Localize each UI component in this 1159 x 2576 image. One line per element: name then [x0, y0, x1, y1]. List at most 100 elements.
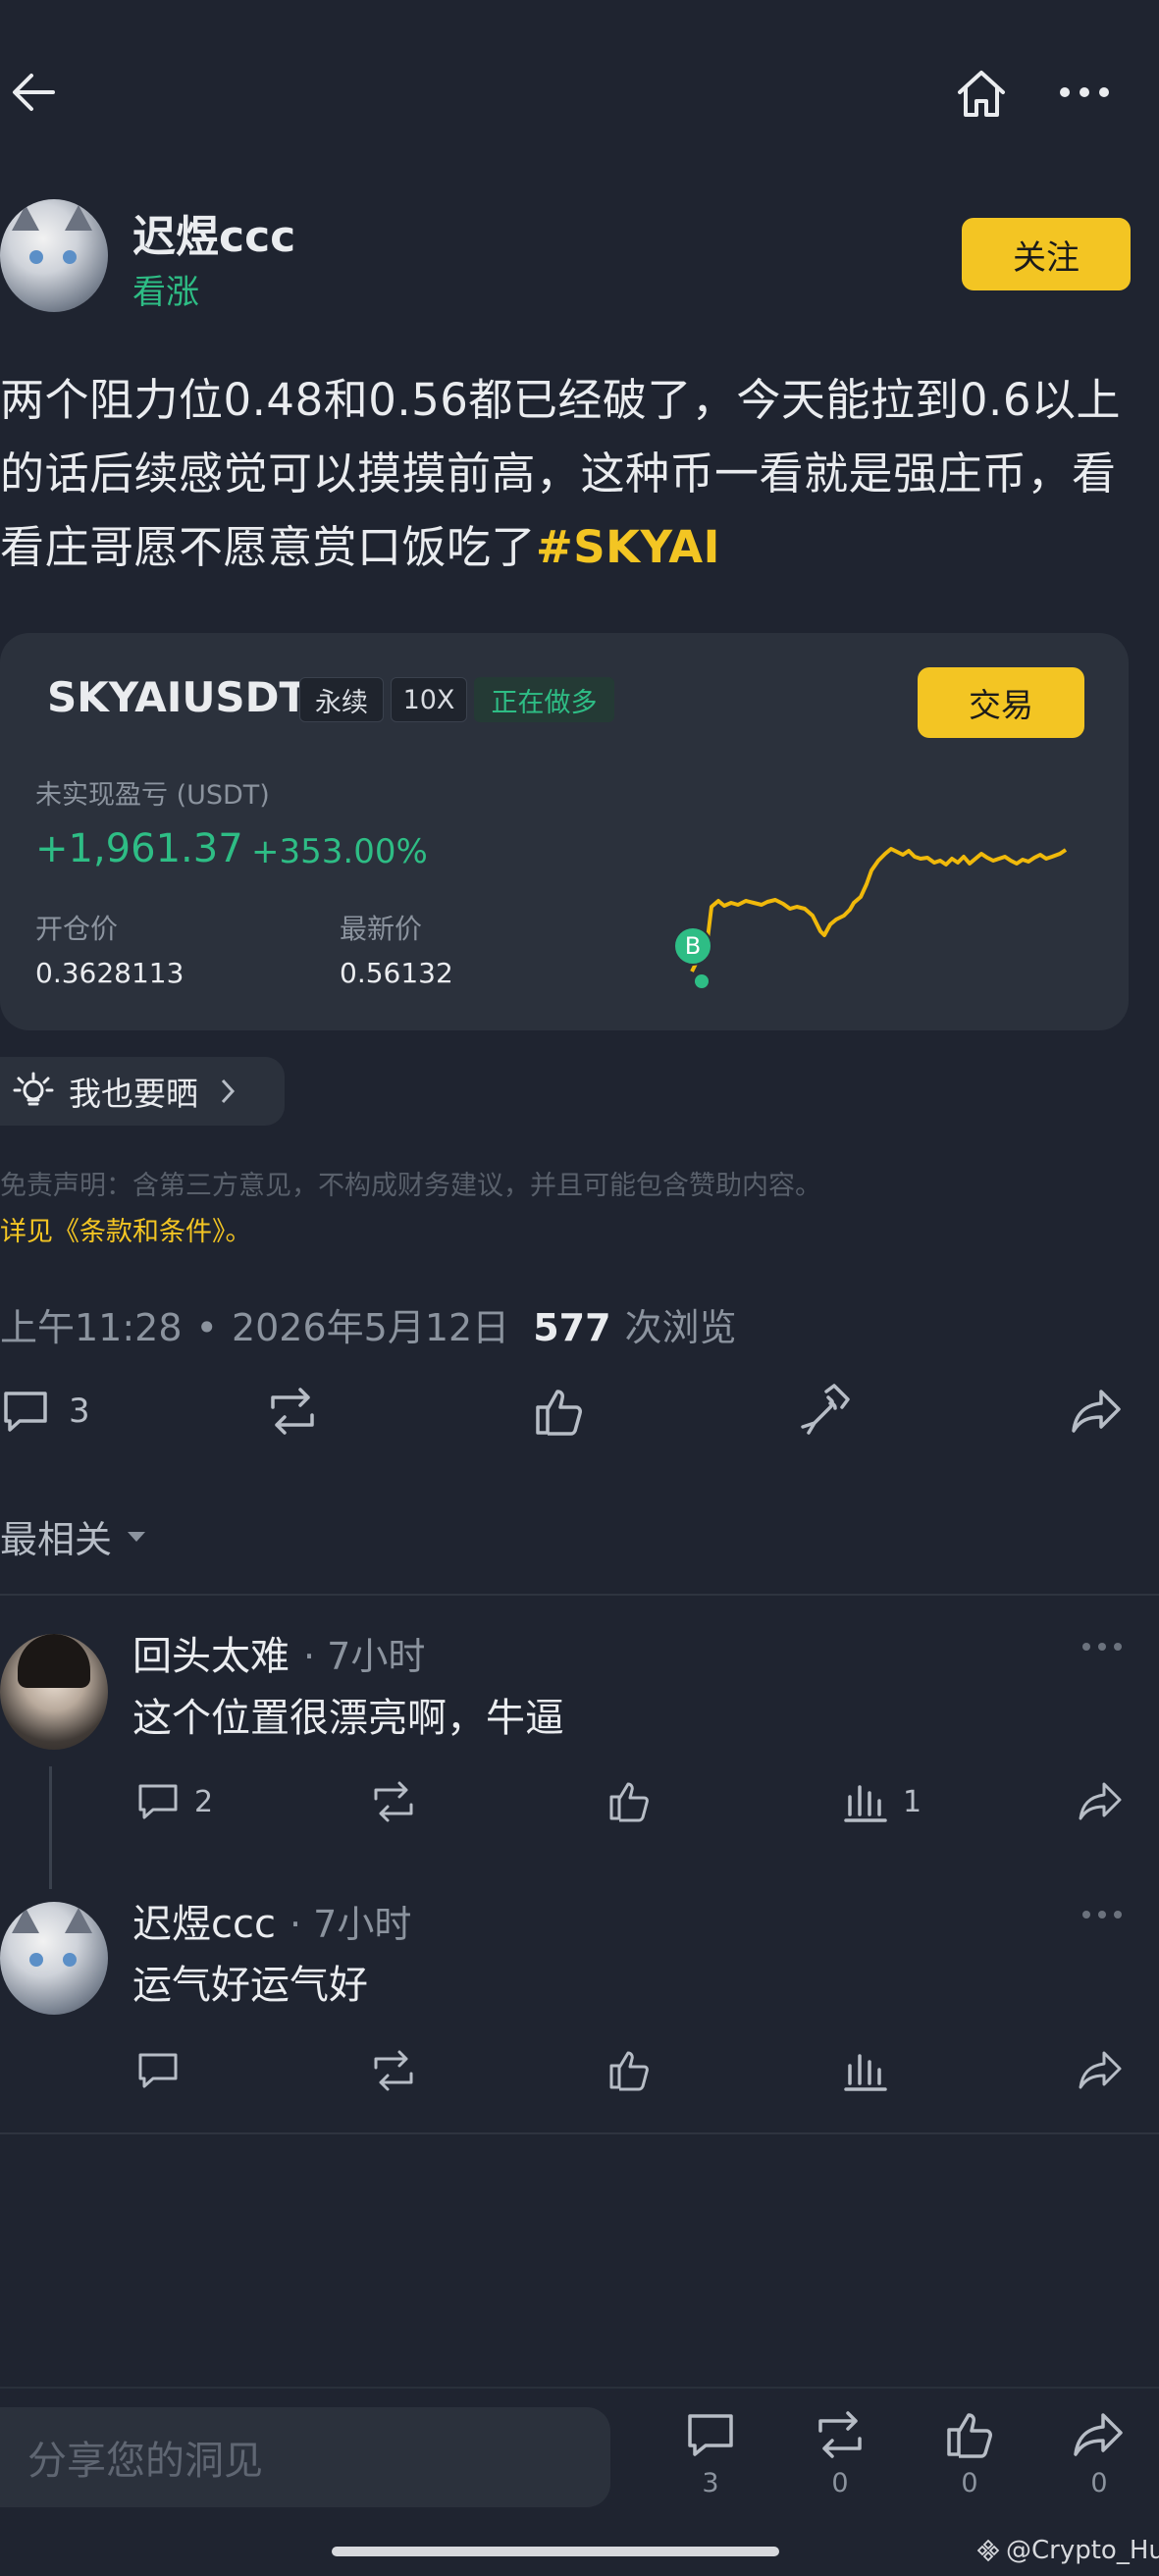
watermark-text: @Crypto_Hu	[1006, 2536, 1159, 2565]
share-icon	[1070, 1386, 1125, 1437]
position-side-badge: 正在做多	[474, 677, 614, 722]
repost-icon	[796, 2409, 884, 2460]
comment-header: 回头太难 · 7小时	[132, 1624, 425, 1681]
hashtag-link[interactable]: #SKYAI	[536, 521, 720, 573]
repost-button[interactable]	[263, 1386, 322, 1437]
buy-marker: B	[673, 926, 712, 966]
bottom-repost-button[interactable]: 0	[796, 2409, 884, 2498]
commenter-name[interactable]: 回头太难	[132, 1624, 290, 1681]
bottom-like-count: 0	[961, 2468, 978, 2498]
like-icon	[925, 2407, 1014, 2460]
comment-views[interactable]: 1	[842, 1779, 922, 1824]
caret-down-icon	[126, 1530, 147, 1544]
repost-icon	[368, 1779, 419, 1824]
bottom-share-button[interactable]: 0	[1055, 2409, 1143, 2498]
comment-header: 迟煜ccc · 7小时	[132, 1892, 411, 1949]
home-icon[interactable]	[954, 67, 1009, 120]
comment-views-count: 1	[903, 1784, 922, 1819]
comment-reply-button[interactable]: 2	[135, 1779, 213, 1824]
comment-share-button[interactable]	[1078, 2048, 1125, 2093]
lightbulb-icon	[12, 1070, 55, 1113]
views-label: 次浏览	[624, 1306, 737, 1349]
open-price-value: 0.3628113	[35, 957, 184, 989]
bottom-like-button[interactable]: 0	[925, 2407, 1014, 2498]
comments-end-divider	[0, 2132, 1159, 2134]
comment-share-button[interactable]	[1078, 1779, 1125, 1824]
comment-icon	[0, 1386, 51, 1437]
commenter-avatar[interactable]	[0, 1634, 108, 1750]
watermark: @Crypto_Hu	[976, 2536, 1159, 2565]
comment-text: 运气好运气好	[132, 1963, 368, 2008]
home-indicator[interactable]	[332, 2547, 779, 2556]
comment-more-icon[interactable]	[1081, 1641, 1123, 1653]
comment-text: 这个位置很漂亮啊，牛逼	[132, 1696, 564, 1741]
trade-button[interactable]: 交易	[918, 667, 1084, 738]
author-avatar[interactable]	[0, 199, 108, 312]
repost-icon	[263, 1386, 322, 1437]
sort-dropdown[interactable]: 最相关	[0, 1509, 147, 1563]
comment-icon	[135, 1779, 181, 1824]
binance-logo-icon	[976, 2539, 1000, 2562]
views-icon	[842, 2048, 889, 2093]
comment-like-button[interactable]	[606, 1777, 654, 1824]
tip-icon	[797, 1382, 856, 1441]
disclaimer-text: 免责声明：含第三方意见，不构成财务建议，并且可能包含赞助内容。	[0, 1171, 821, 1201]
chevron-right-icon	[220, 1078, 236, 1105]
comment-button[interactable]: 3	[0, 1386, 90, 1437]
leverage-badge: 10X	[391, 677, 467, 722]
pnl-percent: +353.00%	[251, 832, 428, 871]
meta-separator: •	[195, 1306, 218, 1349]
follow-button[interactable]: 关注	[962, 218, 1131, 290]
share-button[interactable]	[1070, 1386, 1125, 1437]
comment-icon	[135, 2048, 181, 2093]
comment-views[interactable]	[842, 2048, 889, 2093]
comment-time: · 7小时	[289, 1903, 412, 1946]
bottom-repost-count: 0	[831, 2468, 849, 2498]
open-price-label: 开仓价	[35, 913, 119, 945]
repost-icon	[368, 2048, 419, 2093]
commenter-name[interactable]: 迟煜ccc	[132, 1892, 276, 1949]
comment-icon	[666, 2409, 755, 2460]
share-position-button[interactable]: 我也要晒	[0, 1057, 285, 1126]
reply-input[interactable]: 分享您的洞见	[0, 2407, 610, 2507]
like-icon	[532, 1384, 587, 1439]
comment-more-icon[interactable]	[1081, 1909, 1123, 1920]
views-count: 577	[533, 1306, 611, 1349]
post-date: 2026年5月12日	[231, 1306, 510, 1349]
post-meta: 上午11:28 • 2026年5月12日 577 次浏览	[0, 1297, 737, 1351]
share-icon	[1078, 2048, 1125, 2093]
pnl-label: 未实现盈亏 (USDT)	[35, 780, 270, 811]
share-icon	[1078, 1779, 1125, 1824]
comment-time: · 7小时	[303, 1635, 426, 1678]
thread-line	[49, 1766, 52, 1889]
bottom-comment-count: 3	[702, 2468, 719, 2498]
share-icon	[1055, 2409, 1143, 2460]
comment-reply-button[interactable]	[135, 2048, 181, 2093]
post-time: 上午11:28	[0, 1306, 183, 1349]
views-icon	[842, 1779, 889, 1824]
bottom-comment-button[interactable]: 3	[666, 2409, 755, 2498]
back-arrow-icon[interactable]	[8, 67, 59, 118]
comment-repost-button[interactable]	[368, 1779, 419, 1824]
more-icon[interactable]	[1058, 84, 1111, 100]
bottom-share-count: 0	[1090, 2468, 1108, 2498]
author-name[interactable]: 迟煜ccc	[132, 201, 295, 264]
comment-reply-count: 2	[194, 1784, 214, 1819]
tip-button[interactable]	[797, 1382, 856, 1441]
like-icon	[606, 2046, 654, 2093]
commenter-avatar[interactable]	[0, 1902, 108, 2015]
comments-divider	[0, 1594, 1159, 1596]
comment-count: 3	[69, 1392, 90, 1431]
pnl-value: +1,961.37	[35, 826, 243, 871]
comment-like-button[interactable]	[606, 2046, 654, 2093]
post-body: 两个阻力位0.48和0.56都已经破了，今天能拉到0.6以上的话后续感觉可以摸摸…	[0, 363, 1148, 584]
like-button[interactable]	[532, 1384, 587, 1439]
like-icon	[606, 1777, 654, 1824]
last-price-value: 0.56132	[340, 957, 453, 989]
price-sparkline: B	[673, 815, 1070, 991]
sort-label: 最相关	[0, 1518, 113, 1561]
perpetual-badge: 永续	[299, 677, 384, 722]
comment-repost-button[interactable]	[368, 2048, 419, 2093]
sparkline-path	[690, 847, 1068, 973]
terms-link[interactable]: 详见《条款和条件》。	[0, 1210, 252, 1248]
